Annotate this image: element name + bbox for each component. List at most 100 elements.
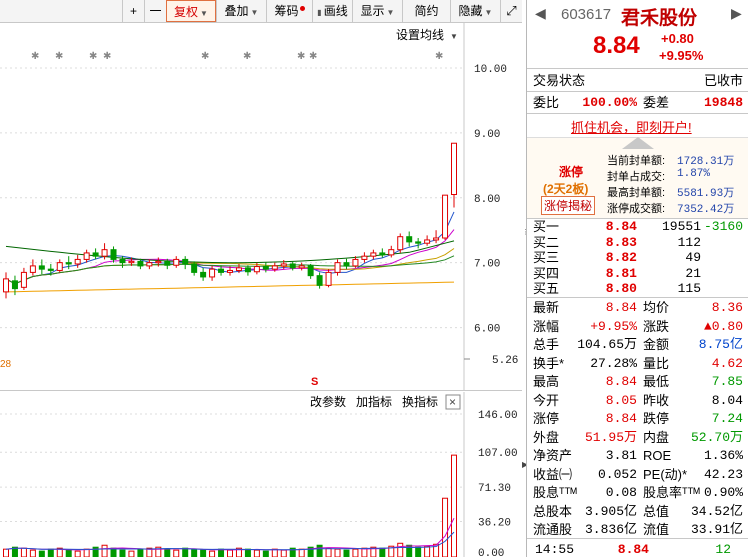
change-params-button[interactable]: 改参数 (310, 394, 346, 409)
draw-line-button[interactable]: ▮ 画线 (312, 0, 352, 22)
stock-code: 603617 (561, 6, 612, 23)
quote-row: 总股本 3.905亿 总值 34.52亿 (533, 502, 745, 521)
event-markers: ✱ ✱ ✱ ✱ ✱ ✱ ✱ ✱ ✱ (31, 51, 443, 62)
ma-setting-button[interactable]: 设置均线 (396, 28, 444, 42)
volume-y-tick-label: 146.00 (478, 410, 518, 422)
quote-label: 涨幅 (533, 318, 560, 334)
candlestick-chart[interactable]: ✱ ✱ ✱ ✱ ✱ ✱ ✱ ✱ ✱ 设置均线 ▼ 10.00 9.00 8.00 7.00 6.00 5.… (0, 23, 522, 390)
candle-body (38, 265, 45, 270)
quote-value: 3.81 (605, 448, 637, 463)
overlay-button[interactable]: 叠加 ▼ (216, 0, 266, 22)
quote-value: 7.24 (711, 411, 743, 426)
candle-body (442, 194, 449, 239)
order-level-label: 买一 (533, 219, 560, 234)
limit-up-days: (2天2板) (543, 182, 589, 196)
simple-mode-button[interactable]: 简约 (402, 0, 450, 22)
prev-stock-icon[interactable]: ◀ (535, 5, 546, 22)
quote-row: 收益㈠ 0.052 PE(动)* 42.23 (533, 465, 745, 484)
event-star-icon[interactable]: ✱ (31, 51, 39, 62)
tick-time: 14:55 (535, 542, 575, 557)
quote-value: 8.84 (605, 374, 637, 389)
quote-label: 跌停 (643, 411, 670, 426)
candle-body (289, 263, 296, 269)
limit-up-reveal-button[interactable]: 涨停揭秘 (541, 196, 596, 215)
candle-body (424, 239, 431, 244)
quote-label: PE(动)* (643, 466, 688, 482)
quote-label: 流通股 (533, 522, 573, 537)
add-indicator-button[interactable]: 加指标 (356, 394, 392, 409)
volume-y-tick-label: 36.20 (478, 518, 511, 530)
volume-bar (334, 548, 341, 557)
volume-bar (280, 549, 287, 557)
quote-value: 8.04 (711, 392, 743, 408)
candle-body (262, 266, 269, 270)
order-book-row[interactable]: 买二 8.83 112 (533, 235, 745, 251)
candle-body (173, 258, 180, 266)
volume-bar (343, 549, 350, 557)
volume-bar (200, 549, 207, 557)
quote-label: 最新 (533, 300, 560, 315)
order-book-row[interactable]: 买三 8.82 49 (533, 250, 745, 266)
limit-up-stat-label: 封单占成交: (607, 171, 666, 183)
next-stock-icon[interactable]: ▶ (731, 5, 742, 22)
event-star-icon[interactable]: ✱ (89, 51, 97, 62)
adjust-price-button[interactable]: 复权 ▼ (166, 0, 216, 22)
quote-row: 总手 104.65万 金额 8.75亿 (533, 335, 745, 354)
candle-body (325, 271, 332, 286)
volume-bar (83, 548, 90, 557)
candle-body (244, 267, 251, 273)
order-book-row[interactable]: 买五 8.80 115 (533, 281, 745, 297)
volume-bar (128, 550, 135, 557)
volume-bar (38, 550, 45, 557)
zoom-in-button[interactable]: + (122, 0, 144, 22)
volume-bar (397, 542, 404, 557)
chevron-down-icon: ▼ (200, 9, 208, 18)
chips-button[interactable]: 筹码 (266, 0, 312, 22)
volume-bar (262, 550, 269, 557)
zoom-out-button[interactable]: 一 (144, 0, 166, 22)
event-star-icon[interactable]: ✱ (55, 51, 63, 62)
event-star-icon[interactable]: ✱ (201, 51, 209, 62)
display-button[interactable]: 显示 ▼ (352, 0, 402, 22)
order-price: 8.84 (605, 219, 637, 234)
event-star-icon[interactable]: ✱ (243, 51, 251, 62)
order-book-row[interactable]: 买一 8.84 19551 -3160 (533, 219, 745, 235)
ma-line (5, 240, 455, 264)
volume-chart[interactable]: 改参数 加指标 换指标 × 146.00 107.00 71.30 36.20 0.00 (0, 392, 522, 557)
quote-label: 均价 (643, 300, 670, 315)
hide-button[interactable]: 隐藏 ▼ (450, 0, 500, 22)
event-star-icon[interactable]: ✱ (435, 51, 443, 62)
event-star-icon[interactable]: ✱ (309, 51, 317, 62)
volume-bar (442, 497, 449, 557)
quote-label: 换手* (533, 355, 565, 371)
quote-value: 8.75亿 (698, 337, 743, 352)
volume-bar (361, 547, 368, 557)
limit-up-stat-value: 5581.93万 (677, 188, 735, 200)
order-volume: 21 (685, 265, 701, 281)
y-tick-label-min: 5.26 (492, 355, 518, 367)
event-star-icon[interactable]: ✱ (297, 51, 305, 62)
switch-indicator-button[interactable]: 换指标 (402, 394, 438, 409)
quote-label: 最低 (643, 374, 670, 389)
order-ratio-value: 100.00% (582, 95, 637, 110)
quote-value: 8.84 (605, 411, 637, 426)
order-price: 8.81 (605, 265, 637, 281)
candle-body (298, 265, 305, 269)
candle-body (379, 252, 386, 256)
chevron-up-icon[interactable] (622, 137, 654, 149)
quote-label: 股息ᵀᵀᴹ (533, 485, 577, 500)
expand-icon[interactable]: ⤢ (500, 0, 522, 22)
event-star-icon[interactable]: ✱ (103, 51, 111, 62)
quote-value: 8.36 (711, 300, 743, 315)
y-tick-label: 6.00 (474, 324, 500, 336)
quote-value: 34.52亿 (690, 503, 743, 519)
quote-value: 42.23 (703, 466, 743, 482)
trade-status-value: 已收市 (703, 73, 743, 88)
quote-value: 7.85 (711, 374, 743, 389)
open-account-link[interactable]: 抓住机会，即刻开户! (571, 117, 692, 136)
close-icon: × (449, 395, 456, 409)
trade-status-row: 交易状态 已收市 (533, 71, 745, 90)
candle-body (11, 280, 18, 290)
order-book-row[interactable]: 买四 8.81 21 (533, 266, 745, 282)
quote-value: +9.95% (590, 318, 637, 334)
